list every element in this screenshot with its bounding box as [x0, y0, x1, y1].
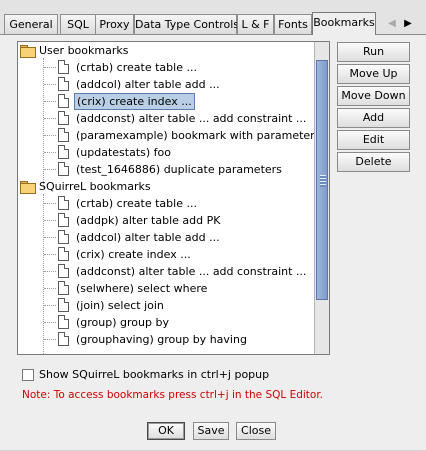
- bookmarks-note: Note: To access bookmarks press ctrl+j i…: [22, 389, 324, 401]
- bookmark-tree-viewport: User bookmarks (crtab) create table ... …: [18, 42, 314, 354]
- tree-connector: [44, 169, 56, 170]
- tree-connector: [44, 152, 56, 153]
- tree-item-label: (test_1646886) duplicate parameters: [76, 163, 282, 176]
- tree-connector: [44, 237, 56, 238]
- close-button[interactable]: Close: [236, 422, 276, 440]
- document-icon: [58, 145, 69, 159]
- document-icon: [58, 332, 69, 346]
- add-button[interactable]: Add: [337, 108, 410, 128]
- bookmark-tree[interactable]: User bookmarks (crtab) create table ... …: [17, 41, 330, 355]
- document-icon: [58, 60, 69, 74]
- document-icon: [58, 128, 69, 142]
- tab-general[interactable]: General: [4, 14, 58, 34]
- tree-item-label: (addconst) alter table ... add constrain…: [76, 112, 307, 125]
- folder-open-icon: [20, 181, 36, 194]
- document-icon: [58, 213, 69, 227]
- run-button[interactable]: Run: [337, 42, 410, 62]
- move-down-button[interactable]: Move Down: [337, 86, 410, 106]
- tree-item-label: (paramexample) bookmark with parameters: [76, 129, 314, 142]
- folder-label: User bookmarks: [39, 44, 129, 57]
- tree-connector: [44, 220, 56, 221]
- tree-item-label: (addcol) alter table add ...: [76, 78, 220, 91]
- tree-item-label: (addcol) alter table add ...: [76, 231, 220, 244]
- scrollbar-thumb[interactable]: [316, 60, 328, 300]
- tree-connector: [43, 194, 44, 354]
- tree-item-label: (updatestats) foo: [76, 146, 171, 159]
- tab-look-and-feel[interactable]: L & F: [237, 14, 274, 34]
- show-squirrel-bookmarks-label[interactable]: Show SQuirreL bookmarks in ctrl+j popup: [39, 368, 269, 381]
- tree-item-label: (selwhere) select where: [76, 282, 208, 295]
- ok-button[interactable]: OK: [147, 422, 185, 440]
- tree-connector: [44, 305, 56, 306]
- document-icon: [58, 77, 69, 91]
- tree-item-label: (join) select join: [76, 299, 164, 312]
- show-squirrel-bookmarks-checkbox[interactable]: [22, 369, 34, 381]
- save-button[interactable]: Save: [193, 422, 229, 440]
- delete-button[interactable]: Delete: [337, 152, 410, 172]
- tab-data-type-controls[interactable]: Data Type Controls: [134, 14, 239, 34]
- tab-fonts[interactable]: Fonts: [274, 14, 312, 34]
- document-icon: [58, 315, 69, 329]
- tree-vertical-scrollbar[interactable]: [314, 42, 329, 354]
- tree-connector: [44, 67, 56, 68]
- tree-connector: [44, 271, 56, 272]
- tree-connector: [44, 288, 56, 289]
- tree-item-label: (crtab) create table ...: [76, 197, 197, 210]
- tree-connector: [44, 322, 56, 323]
- document-icon: [58, 298, 69, 312]
- tree-item-label: (crix) create index ...: [74, 93, 195, 110]
- folder-open-icon: [20, 45, 36, 58]
- tree-item-label: (group) group by: [76, 316, 169, 329]
- tree-connector: [44, 203, 56, 204]
- tree-connector: [44, 101, 56, 102]
- tab-sql[interactable]: SQL: [60, 14, 96, 34]
- edit-button[interactable]: Edit: [337, 130, 410, 150]
- tab-bookmarks[interactable]: Bookmarks: [312, 12, 376, 35]
- tab-strip: General SQL Proxy Data Type Controls L &…: [0, 0, 426, 35]
- document-icon: [58, 247, 69, 261]
- tree-item-label: (addpk) alter table add PK: [76, 214, 221, 227]
- document-icon: [58, 111, 69, 125]
- move-up-button[interactable]: Move Up: [337, 64, 410, 84]
- tree-connector: [44, 118, 56, 119]
- document-icon: [58, 264, 69, 278]
- tree-connector: [44, 339, 56, 340]
- document-icon: [58, 281, 69, 295]
- document-icon: [58, 94, 69, 108]
- tab-scroll-left-icon[interactable]: ◀: [384, 15, 400, 32]
- tree-item-label: (crtab) create table ...: [76, 61, 197, 74]
- document-icon: [58, 230, 69, 244]
- document-icon: [58, 196, 69, 210]
- tree-connector: [44, 254, 56, 255]
- tree-item-label: (addconst) alter table ... add constrain…: [76, 265, 307, 278]
- tree-item-label: (grouphaving) group by having: [76, 333, 247, 346]
- tree-connector: [44, 135, 56, 136]
- tab-scroll-right-icon[interactable]: ▶: [400, 15, 416, 32]
- tree-item-label: (crix) create index ...: [76, 248, 191, 261]
- scrollbar-grip-icon: [320, 175, 326, 187]
- folder-label: SQuirreL bookmarks: [39, 180, 151, 193]
- tab-proxy[interactable]: Proxy: [95, 14, 134, 34]
- tree-connector: [44, 84, 56, 85]
- document-icon: [58, 162, 69, 176]
